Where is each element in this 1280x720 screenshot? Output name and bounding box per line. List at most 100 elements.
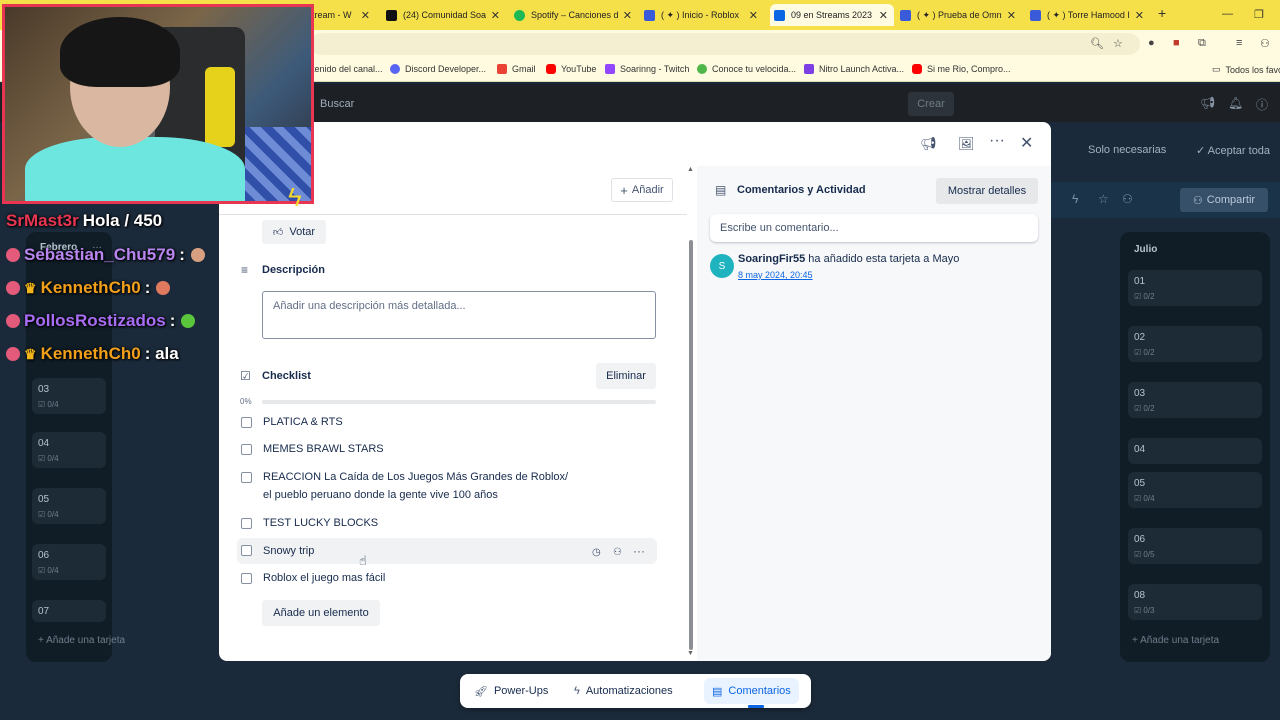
extension-icon[interactable]: ■ bbox=[1173, 37, 1180, 49]
bookmark-item[interactable]: Discord Developer... bbox=[390, 64, 486, 74]
cookie-necessary-button[interactable]: Solo necesarias bbox=[1088, 144, 1166, 156]
menu-lines-icon[interactable]: ≡ bbox=[1236, 37, 1242, 49]
comments-button[interactable]: ▤ Comentarios bbox=[704, 678, 799, 704]
browser-tab-active[interactable]: 09 en Streams 2023 ✕ bbox=[770, 4, 894, 26]
checklist-badge: ☑ 0/3 bbox=[1134, 606, 1155, 615]
megaphone-icon[interactable]: 📢︎ bbox=[1200, 96, 1215, 110]
help-icon[interactable]: ⓘ bbox=[1256, 96, 1268, 113]
zoom-icon[interactable]: 🔍︎ bbox=[1090, 37, 1104, 50]
list-card[interactable]: 07 bbox=[32, 600, 106, 622]
profile-icon[interactable]: ⚇ bbox=[1260, 37, 1270, 50]
checkbox[interactable] bbox=[241, 573, 252, 584]
extension-icon[interactable]: ● bbox=[1148, 37, 1155, 49]
more-icon[interactable]: ··· bbox=[633, 542, 645, 560]
add-item-button[interactable]: Añade un elemento bbox=[262, 600, 380, 626]
bookmark-item[interactable]: Soarinng - Twitch bbox=[605, 64, 689, 74]
list-card[interactable]: 08 ☑ 0/3 bbox=[1128, 584, 1262, 620]
checklist-item[interactable]: MEMES BRAWL STARS bbox=[237, 440, 657, 458]
bookmark-item[interactable]: Gmail bbox=[497, 64, 536, 74]
list-card[interactable]: 03 ☑ 0/2 bbox=[1128, 382, 1262, 418]
checkbox[interactable] bbox=[241, 444, 252, 455]
create-button[interactable]: Crear bbox=[908, 92, 954, 116]
close-icon[interactable]: ✕ bbox=[1007, 9, 1016, 22]
search-input[interactable]: Buscar bbox=[312, 92, 902, 116]
close-icon[interactable]: ✕ bbox=[879, 9, 888, 22]
close-icon[interactable]: ✕ bbox=[623, 9, 632, 22]
minimize-icon[interactable]: — bbox=[1222, 8, 1233, 20]
powerups-button[interactable]: 🚀︎ Power-Ups bbox=[474, 678, 548, 704]
checklist-item[interactable]: PLATICA & RTS bbox=[237, 413, 657, 431]
badge-icon bbox=[6, 281, 20, 295]
checkbox[interactable] bbox=[241, 472, 252, 483]
bookmark-item[interactable]: YouTube bbox=[546, 64, 596, 74]
star-icon[interactable]: ☆ bbox=[1113, 37, 1123, 50]
checklist-item-text: el pueblo peruano donde la gente vive 10… bbox=[263, 489, 498, 501]
checklist-item-hovered[interactable]: Snowy trip ◷ ⚇ ··· ☝︎ bbox=[237, 538, 657, 568]
browser-tab[interactable]: ( ✦ ) Prueba de Omn ✕ bbox=[900, 4, 1022, 26]
browser-tab[interactable]: ( ✦ ) Torre Hamood I ✕ bbox=[1030, 4, 1150, 26]
image-icon[interactable]: 🖼︎ bbox=[958, 136, 975, 152]
list-card[interactable]: 04 ☑ 0/4 bbox=[32, 432, 106, 468]
browser-tab[interactable]: (24) Comunidad Soa ✕ bbox=[386, 4, 506, 26]
description-icon: ≡ bbox=[241, 263, 249, 277]
list-card[interactable]: 04 bbox=[1128, 438, 1262, 464]
checklist-item[interactable]: Roblox el juego mas fácil bbox=[237, 569, 657, 587]
new-tab-icon[interactable]: + bbox=[1158, 5, 1166, 21]
list-card[interactable]: 01 ☑ 0/2 bbox=[1128, 270, 1262, 306]
browser-tab[interactable]: tream - W ✕ bbox=[312, 4, 376, 26]
restore-icon[interactable]: ❐ bbox=[1254, 8, 1264, 21]
more-icon[interactable]: ··· bbox=[989, 132, 1005, 150]
delete-checklist-button[interactable]: Eliminar bbox=[596, 363, 656, 389]
close-icon[interactable]: ✕ bbox=[749, 9, 758, 22]
close-icon[interactable]: ✕ bbox=[1020, 133, 1033, 153]
add-button[interactable]: + Añadir bbox=[611, 178, 673, 202]
checkbox[interactable] bbox=[241, 417, 252, 428]
scrollbar-thumb[interactable] bbox=[689, 240, 693, 650]
assign-member-icon[interactable]: ⚇ bbox=[613, 544, 622, 562]
clock-icon[interactable]: ◷ bbox=[592, 544, 601, 562]
close-icon[interactable]: ✕ bbox=[1135, 9, 1144, 22]
bookmark-label: Nitro Launch Activa... bbox=[819, 64, 905, 74]
checkbox[interactable] bbox=[241, 518, 252, 529]
scroll-up-icon[interactable]: ▲ bbox=[687, 166, 694, 173]
close-icon[interactable]: ✕ bbox=[491, 9, 500, 22]
add-card-button[interactable]: + Añade una tarjeta bbox=[38, 635, 125, 646]
webcam-person-hair bbox=[60, 17, 180, 87]
list-card[interactable]: 03 ☑ 0/4 bbox=[32, 378, 106, 414]
checklist-item[interactable]: REACCION La Caída de Los Juegos Más Gran… bbox=[237, 468, 657, 506]
list-card[interactable]: 05 ☑ 0/4 bbox=[32, 488, 106, 524]
list-card[interactable]: 05 ☑ 0/4 bbox=[1128, 472, 1262, 508]
browser-tab[interactable]: ( ✦ ) Inicio - Roblox ✕ bbox=[644, 4, 764, 26]
bookmark-item[interactable]: Si me Rio, Compro... bbox=[912, 64, 1011, 74]
checkbox[interactable] bbox=[241, 545, 252, 556]
megaphone-icon[interactable]: 📢︎ bbox=[920, 136, 937, 152]
bookmark-item[interactable]: tenido del canal... bbox=[312, 64, 383, 74]
list-card[interactable]: 06 ☑ 0/4 bbox=[32, 544, 106, 580]
list-card[interactable]: 06 ☑ 0/5 bbox=[1128, 528, 1262, 564]
add-card-button[interactable]: + Añade una tarjeta bbox=[1132, 635, 1219, 646]
lightning-icon[interactable]: ϟ bbox=[1072, 192, 1078, 206]
url-field[interactable] bbox=[310, 33, 1140, 55]
puzzle-icon[interactable]: ⧉ bbox=[1198, 37, 1206, 50]
vote-button[interactable]: 👍︎ Votar bbox=[262, 220, 326, 244]
comment-input[interactable]: Escribe un comentario... bbox=[710, 214, 1038, 242]
close-icon[interactable]: ✕ bbox=[361, 9, 370, 22]
list-card[interactable]: 02 ☑ 0/2 bbox=[1128, 326, 1262, 362]
star-icon[interactable]: ☆ bbox=[1098, 192, 1109, 206]
people-icon[interactable]: ⚇ bbox=[1122, 192, 1133, 206]
bookmark-folder[interactable]: ▭ Todos los favo bbox=[1212, 64, 1280, 75]
bell-icon[interactable]: 🔔︎ bbox=[1228, 96, 1243, 110]
bookmark-item[interactable]: Conoce tu velocida... bbox=[697, 64, 796, 74]
cookie-accept-button[interactable]: ✓ Aceptar toda bbox=[1196, 144, 1270, 157]
avatar[interactable]: S bbox=[710, 254, 734, 278]
bookmark-item[interactable]: Nitro Launch Activa... bbox=[804, 64, 904, 74]
activity-user[interactable]: SoaringFir55 bbox=[738, 253, 805, 265]
description-input[interactable]: Añadir una descripción más detallada... bbox=[262, 291, 656, 339]
automations-button[interactable]: ϟ Automatizaciones bbox=[574, 678, 673, 704]
scroll-down-icon[interactable]: ▼ bbox=[687, 650, 694, 657]
activity-timestamp[interactable]: 8 may 2024, 20:45 bbox=[738, 270, 813, 280]
show-details-button[interactable]: Mostrar detalles bbox=[936, 178, 1038, 204]
browser-tab[interactable]: Spotify – Canciones d ✕ bbox=[514, 4, 638, 26]
checklist-item[interactable]: TEST LUCKY BLOCKS bbox=[237, 514, 657, 532]
share-button[interactable]: ⚇ Compartir bbox=[1180, 188, 1268, 212]
